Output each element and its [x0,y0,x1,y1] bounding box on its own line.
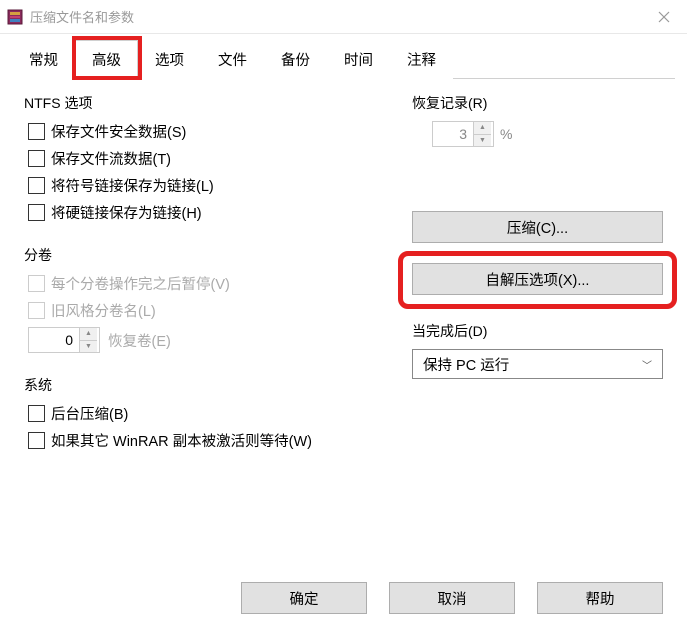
checkbox-icon [28,204,45,221]
checkbox-label: 保存文件流数据(T) [51,148,171,169]
button-label: 取消 [438,588,467,609]
recovery-legend: 恢复记录(R) [412,93,663,113]
checkbox-save-security[interactable]: 保存文件安全数据(S) [28,121,384,142]
tab-options[interactable]: 选项 [138,40,201,79]
content-area: NTFS 选项 保存文件安全数据(S) 保存文件流数据(T) 将符号链接保存为链… [0,79,687,483]
checkbox-store-hardlinks[interactable]: 将硬链接保存为链接(H) [28,202,384,223]
checkbox-store-symlinks[interactable]: 将符号链接保存为链接(L) [28,175,384,196]
checkbox-icon [28,432,45,449]
close-button[interactable] [641,0,687,34]
recovery-record-spinner: ▲ ▼ [432,121,494,147]
spinner-down-icon[interactable]: ▼ [80,341,97,353]
button-label: 确定 [290,588,319,609]
volumes-legend: 分卷 [24,245,384,265]
cancel-button[interactable]: 取消 [389,582,515,614]
tab-time[interactable]: 时间 [327,40,390,79]
tab-advanced[interactable]: 高级 [75,40,138,79]
help-button[interactable]: 帮助 [537,582,663,614]
compression-button[interactable]: 压缩(C)... [412,211,663,243]
percent-label: % [500,126,512,142]
checkbox-icon [28,150,45,167]
checkbox-icon [28,123,45,140]
checkbox-label: 旧风格分卷名(L) [51,300,156,321]
checkbox-pause-after-volume: 每个分卷操作完之后暂停(V) [28,273,384,294]
ntfs-legend: NTFS 选项 [24,93,384,113]
checkbox-label: 如果其它 WinRAR 副本被激活则等待(W) [51,430,312,451]
checkbox-save-streams[interactable]: 保存文件流数据(T) [28,148,384,169]
checkbox-wait-other[interactable]: 如果其它 WinRAR 副本被激活则等待(W) [28,430,384,451]
when-done-select[interactable]: 保持 PC 运行 ﹀ [412,349,663,379]
sfx-options-button[interactable]: 自解压选项(X)... [412,263,663,295]
titlebar: 压缩文件名和参数 [0,0,687,34]
button-label: 压缩(C)... [507,217,568,238]
checkbox-icon [28,405,45,422]
checkbox-background[interactable]: 后台压缩(B) [28,403,384,424]
group-system: 系统 后台压缩(B) 如果其它 WinRAR 副本被激活则等待(W) [24,375,384,451]
tab-bar: 常规 高级 选项 文件 备份 时间 注释 [0,34,687,79]
tab-general[interactable]: 常规 [12,40,75,79]
close-icon [658,11,670,23]
recovery-volumes-spinner[interactable]: ▲ ▼ [28,327,100,353]
tab-backup[interactable]: 备份 [264,40,327,79]
ok-button[interactable]: 确定 [241,582,367,614]
chevron-down-icon: ﹀ [642,357,652,372]
recovery-volumes-label: 恢复卷(E) [108,330,171,351]
when-done-legend: 当完成后(D) [412,321,663,341]
button-label: 自解压选项(X)... [486,269,590,290]
checkbox-icon [28,177,45,194]
checkbox-label: 将符号链接保存为链接(L) [51,175,214,196]
button-label: 帮助 [586,588,615,609]
tab-comment[interactable]: 注释 [390,40,453,79]
spinner-down-icon: ▼ [474,135,491,147]
winrar-icon [6,8,24,26]
checkbox-old-style-names: 旧风格分卷名(L) [28,300,384,321]
spinner-up-icon[interactable]: ▲ [80,328,97,341]
checkbox-icon [28,302,45,319]
dialog-button-bar: 确定 取消 帮助 [241,582,663,614]
group-recovery: 恢复记录(R) ▲ ▼ % [412,93,663,147]
group-ntfs: NTFS 选项 保存文件安全数据(S) 保存文件流数据(T) 将符号链接保存为链… [24,93,384,223]
tab-files[interactable]: 文件 [201,40,264,79]
checkbox-label: 每个分卷操作完之后暂停(V) [51,273,230,294]
system-legend: 系统 [24,375,384,395]
group-volumes: 分卷 每个分卷操作完之后暂停(V) 旧风格分卷名(L) [24,245,384,353]
checkbox-label: 将硬链接保存为链接(H) [51,202,202,223]
spinner-up-icon: ▲ [474,122,491,135]
select-value: 保持 PC 运行 [423,354,509,375]
window-title: 压缩文件名和参数 [30,7,641,26]
recovery-volumes-input[interactable] [29,328,79,352]
checkbox-label: 保存文件安全数据(S) [51,121,186,142]
checkbox-label: 后台压缩(B) [51,403,128,424]
recovery-record-input [433,122,473,146]
checkbox-icon [28,275,45,292]
group-when-done: 当完成后(D) 保持 PC 运行 ﹀ [412,321,663,379]
